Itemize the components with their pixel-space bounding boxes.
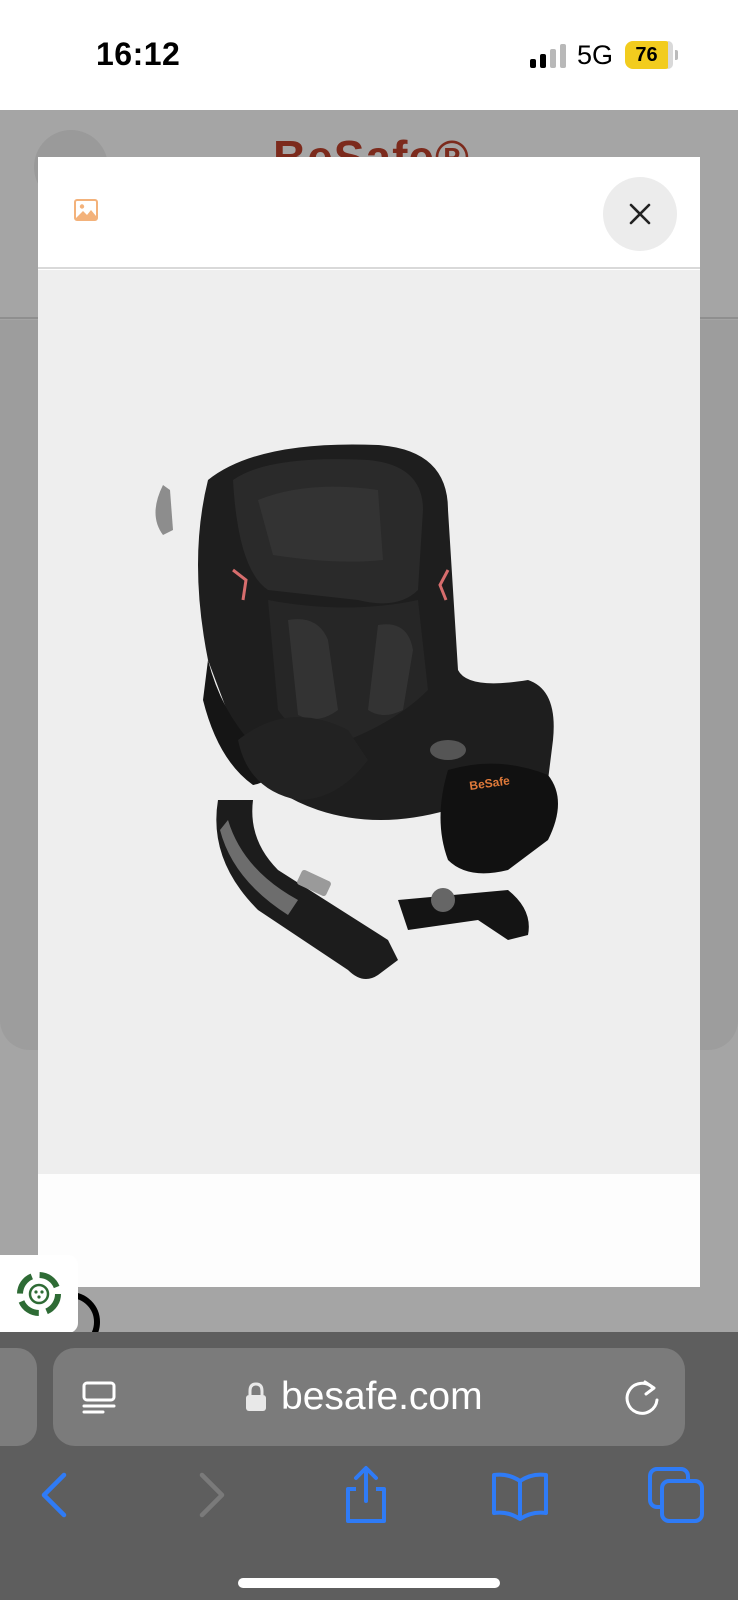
- battery-cap: [675, 50, 678, 60]
- lightbox-footer: [38, 1174, 700, 1287]
- status-time: 16:12: [96, 36, 181, 72]
- cellular-signal-icon: [530, 44, 568, 68]
- image-lightbox: BeSafe: [38, 157, 700, 1287]
- share-icon[interactable]: [336, 1465, 396, 1525]
- previous-tab-peek[interactable]: [0, 1348, 37, 1446]
- home-indicator: [238, 1578, 500, 1588]
- forward-icon[interactable]: [182, 1465, 242, 1525]
- network-type: 5G: [577, 40, 614, 70]
- close-button[interactable]: [603, 177, 677, 251]
- recycle-badge[interactable]: [0, 1255, 78, 1333]
- tabs-icon[interactable]: [646, 1465, 706, 1525]
- close-icon: [629, 203, 651, 225]
- url-text[interactable]: besafe.com: [281, 1372, 483, 1422]
- car-seat-image: BeSafe: [155, 444, 558, 979]
- reader-icon[interactable]: [81, 1379, 117, 1415]
- battery-icon: 76: [625, 41, 673, 69]
- recycle-icon: [17, 1272, 61, 1316]
- reload-icon[interactable]: [623, 1376, 663, 1418]
- status-bar: 16:12 5G 76: [0, 0, 738, 110]
- battery-level: 76: [635, 44, 658, 66]
- back-icon[interactable]: [24, 1465, 84, 1525]
- lightbox-header: [38, 157, 700, 269]
- browser-toolbar: besafe.com: [0, 1332, 738, 1600]
- lock-icon: [246, 1382, 266, 1411]
- bookmarks-icon[interactable]: [490, 1465, 550, 1525]
- address-bar[interactable]: besafe.com: [53, 1348, 685, 1446]
- product-image-area[interactable]: BeSafe: [38, 270, 700, 1174]
- image-icon: [74, 199, 98, 221]
